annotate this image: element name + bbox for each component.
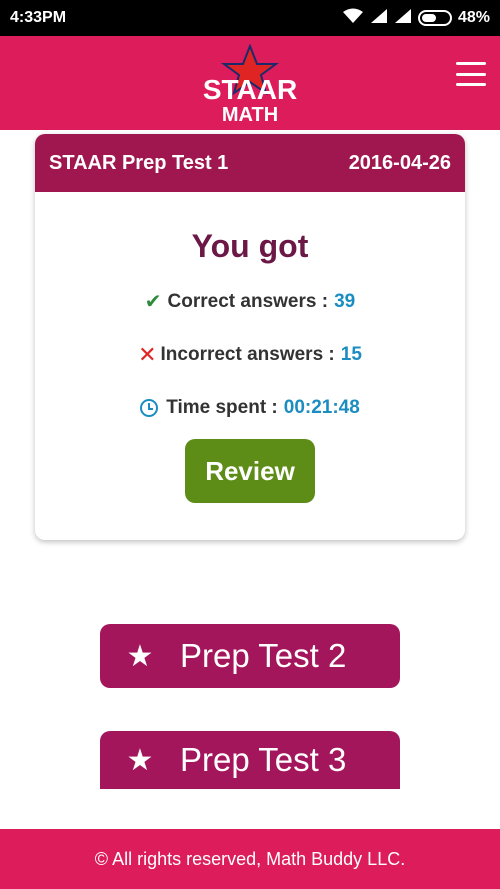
time-spent-row: Time spent : 00:21:48 [35,381,465,434]
status-time: 4:33PM [10,9,67,26]
time-value: 00:21:48 [283,396,360,418]
test-name: STAAR Prep Test 1 [49,151,229,174]
signal-icon [370,8,388,29]
correct-label: Correct answers : [167,290,329,312]
star-icon: ★ [126,743,154,777]
battery-icon [417,10,452,26]
correct-value: 39 [334,290,356,312]
result-heading: You got [191,228,309,264]
incorrect-answers-row: ✕ Incorrect answers : 15 [35,328,465,381]
status-bar: 4:33PM 48% [0,0,500,36]
wifi-icon [342,8,364,29]
star-icon: ★ [126,639,154,673]
battery-percent: 48% [457,9,490,26]
prep-test-3-button[interactable]: ★ Prep Test 3 [100,731,400,789]
incorrect-label: Incorrect answers : [160,343,335,365]
prep-test-2-label: Prep Test 2 [180,637,347,674]
cross-icon: ✕ [138,341,157,367]
incorrect-value: 15 [340,343,362,365]
footer-text: © All rights reserved, Math Buddy LLC. [94,848,406,869]
staar-math-logo[interactable]: STAAR MATH [200,43,300,126]
time-label: Time spent : [166,396,278,418]
footer: © All rights reserved, Math Buddy LLC. [0,829,500,889]
checkmark-icon: ✔ [144,291,162,313]
status-icons: 48% [342,8,490,29]
app-bar: STAAR MATH [0,36,500,130]
result-card: STAAR Prep Test 1 2016-04-26 You got ✔ C… [35,134,465,540]
prep-test-2-button[interactable]: ★ Prep Test 2 [100,624,400,688]
correct-answers-row: ✔ Correct answers : 39 [35,275,465,328]
logo-text-bottom: MATH [222,104,278,124]
clock-icon [140,398,159,417]
review-button[interactable]: Review [185,439,315,503]
hamburger-icon[interactable] [456,62,486,86]
test-date: 2016-04-26 [348,151,451,174]
prep-test-3-label: Prep Test 3 [180,741,347,778]
card-header: STAAR Prep Test 1 2016-04-26 [35,134,465,192]
logo-text-top: STAAR [203,74,297,105]
signal-icon-2 [394,8,412,29]
